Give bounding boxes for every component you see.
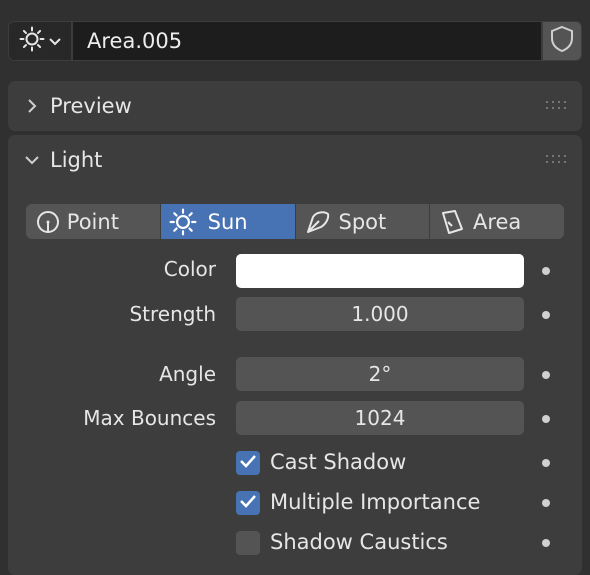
keyframe-dot-icon[interactable] — [542, 371, 550, 379]
cast-shadow-label[interactable]: Cast Shadow — [270, 450, 406, 474]
multiple-importance-checkbox[interactable] — [236, 491, 260, 515]
light-type-sun-button[interactable]: Sun — [160, 204, 296, 239]
shadow-caustics-label[interactable]: Shadow Caustics — [270, 530, 448, 554]
keyframe-dot-icon[interactable] — [542, 311, 550, 319]
preview-panel: Preview — [8, 81, 582, 131]
shadow-caustics-checkbox[interactable] — [236, 531, 260, 555]
light-type-selector: Point Sun Spot Area — [26, 204, 564, 239]
drag-handle-icon[interactable] — [546, 101, 568, 111]
sun-icon — [19, 26, 45, 56]
fake-user-button[interactable] — [542, 21, 582, 61]
drag-handle-icon[interactable] — [546, 155, 568, 165]
light-panel-title: Light — [50, 148, 103, 172]
shield-icon — [549, 25, 575, 57]
checkmark-icon — [239, 453, 257, 473]
strength-label: Strength — [129, 302, 216, 326]
light-type-point-label: Point — [66, 209, 119, 234]
color-label: Color — [163, 257, 216, 281]
keyframe-dot-icon[interactable] — [542, 499, 550, 507]
light-type-spot-label: Spot — [338, 209, 387, 234]
sun-icon — [169, 208, 197, 236]
spot-light-icon — [304, 208, 332, 236]
chevron-right-icon — [24, 98, 40, 114]
area-light-icon — [438, 208, 466, 236]
chevron-down-icon — [24, 152, 40, 168]
light-type-area-label: Area — [472, 209, 522, 234]
strength-field[interactable]: 1.000 — [236, 297, 524, 331]
cast-shadow-checkbox[interactable] — [236, 451, 260, 475]
max-bounces-label: Max Bounces — [83, 406, 216, 430]
color-swatch[interactable] — [236, 254, 524, 288]
keyframe-dot-icon[interactable] — [542, 267, 550, 275]
multiple-importance-label[interactable]: Multiple Importance — [270, 490, 480, 514]
angle-field[interactable]: 2° — [236, 357, 524, 391]
keyframe-dot-icon[interactable] — [542, 415, 550, 423]
max-bounces-field[interactable]: 1024 — [236, 401, 524, 435]
chevron-down-icon — [49, 32, 61, 51]
angle-label: Angle — [159, 362, 216, 386]
light-type-point-button[interactable]: Point — [26, 204, 161, 239]
light-type-dropdown[interactable] — [8, 21, 72, 61]
light-type-spot-button[interactable]: Spot — [295, 204, 431, 239]
keyframe-dot-icon[interactable] — [542, 459, 550, 467]
light-type-area-button[interactable]: Area — [430, 204, 564, 239]
light-panel-header[interactable]: Light — [8, 135, 582, 185]
datablock-name-field[interactable]: Area.005 — [72, 21, 542, 61]
preview-panel-title: Preview — [50, 94, 132, 118]
preview-panel-header[interactable]: Preview — [8, 81, 582, 131]
light-type-sun-label: Sun — [207, 209, 248, 234]
checkmark-icon — [239, 493, 257, 513]
point-light-icon — [34, 208, 62, 236]
keyframe-dot-icon[interactable] — [542, 539, 550, 547]
